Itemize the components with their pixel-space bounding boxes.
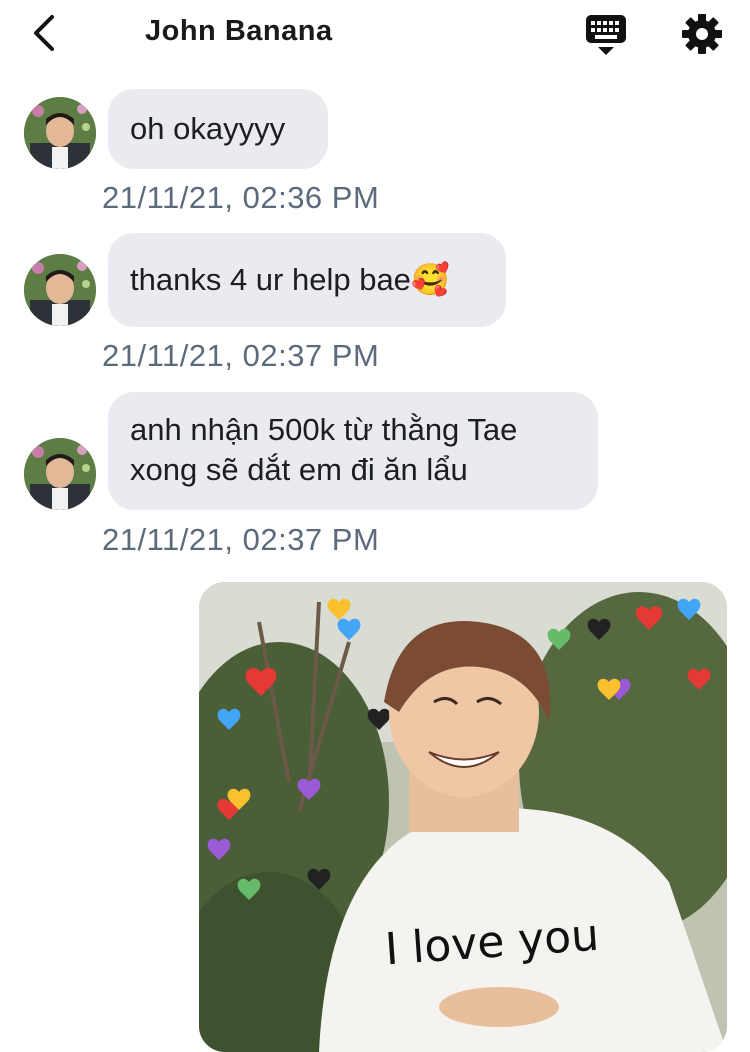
smiling-face-with-hearts-icon: 🥰	[410, 262, 450, 297]
settings-button[interactable]	[678, 10, 726, 58]
gear-icon	[682, 14, 722, 54]
avatar[interactable]	[24, 97, 96, 169]
chat-header: John Banana	[0, 0, 750, 70]
keyboard-icon	[586, 15, 626, 55]
message-text: oh okayyyy	[130, 111, 286, 146]
message-bubble[interactable]: oh okayyyy	[108, 89, 328, 169]
sticker-illustration	[199, 582, 727, 1052]
conversation-title: John Banana	[145, 15, 333, 47]
avatar-photo	[24, 438, 96, 510]
avatar[interactable]	[24, 254, 96, 326]
message-text-line: xong sẽ dắt em đi ăn lẩu	[130, 452, 468, 487]
message-text: thanks 4 ur help bae	[130, 262, 411, 297]
message-timestamp: 21/11/21, 02:37 PM	[102, 522, 380, 557]
sticker-image[interactable]: I love you	[199, 582, 727, 1052]
message-timestamp: 21/11/21, 02:37 PM	[102, 338, 380, 373]
message-bubble[interactable]: anh nhận 500k từ thằng Tae xong sẽ dắt e…	[108, 392, 598, 510]
avatar[interactable]	[24, 438, 96, 510]
avatar-photo	[24, 97, 96, 169]
message-bubble[interactable]: thanks 4 ur help bae 🥰	[108, 233, 506, 327]
chevron-left-icon	[34, 15, 54, 51]
avatar-photo	[24, 254, 96, 326]
back-button[interactable]	[22, 10, 68, 56]
message-timestamp: 21/11/21, 02:36 PM	[102, 180, 380, 215]
keyboard-button[interactable]	[582, 12, 630, 58]
message-text-line: anh nhận 500k từ thằng Tae	[130, 412, 518, 447]
